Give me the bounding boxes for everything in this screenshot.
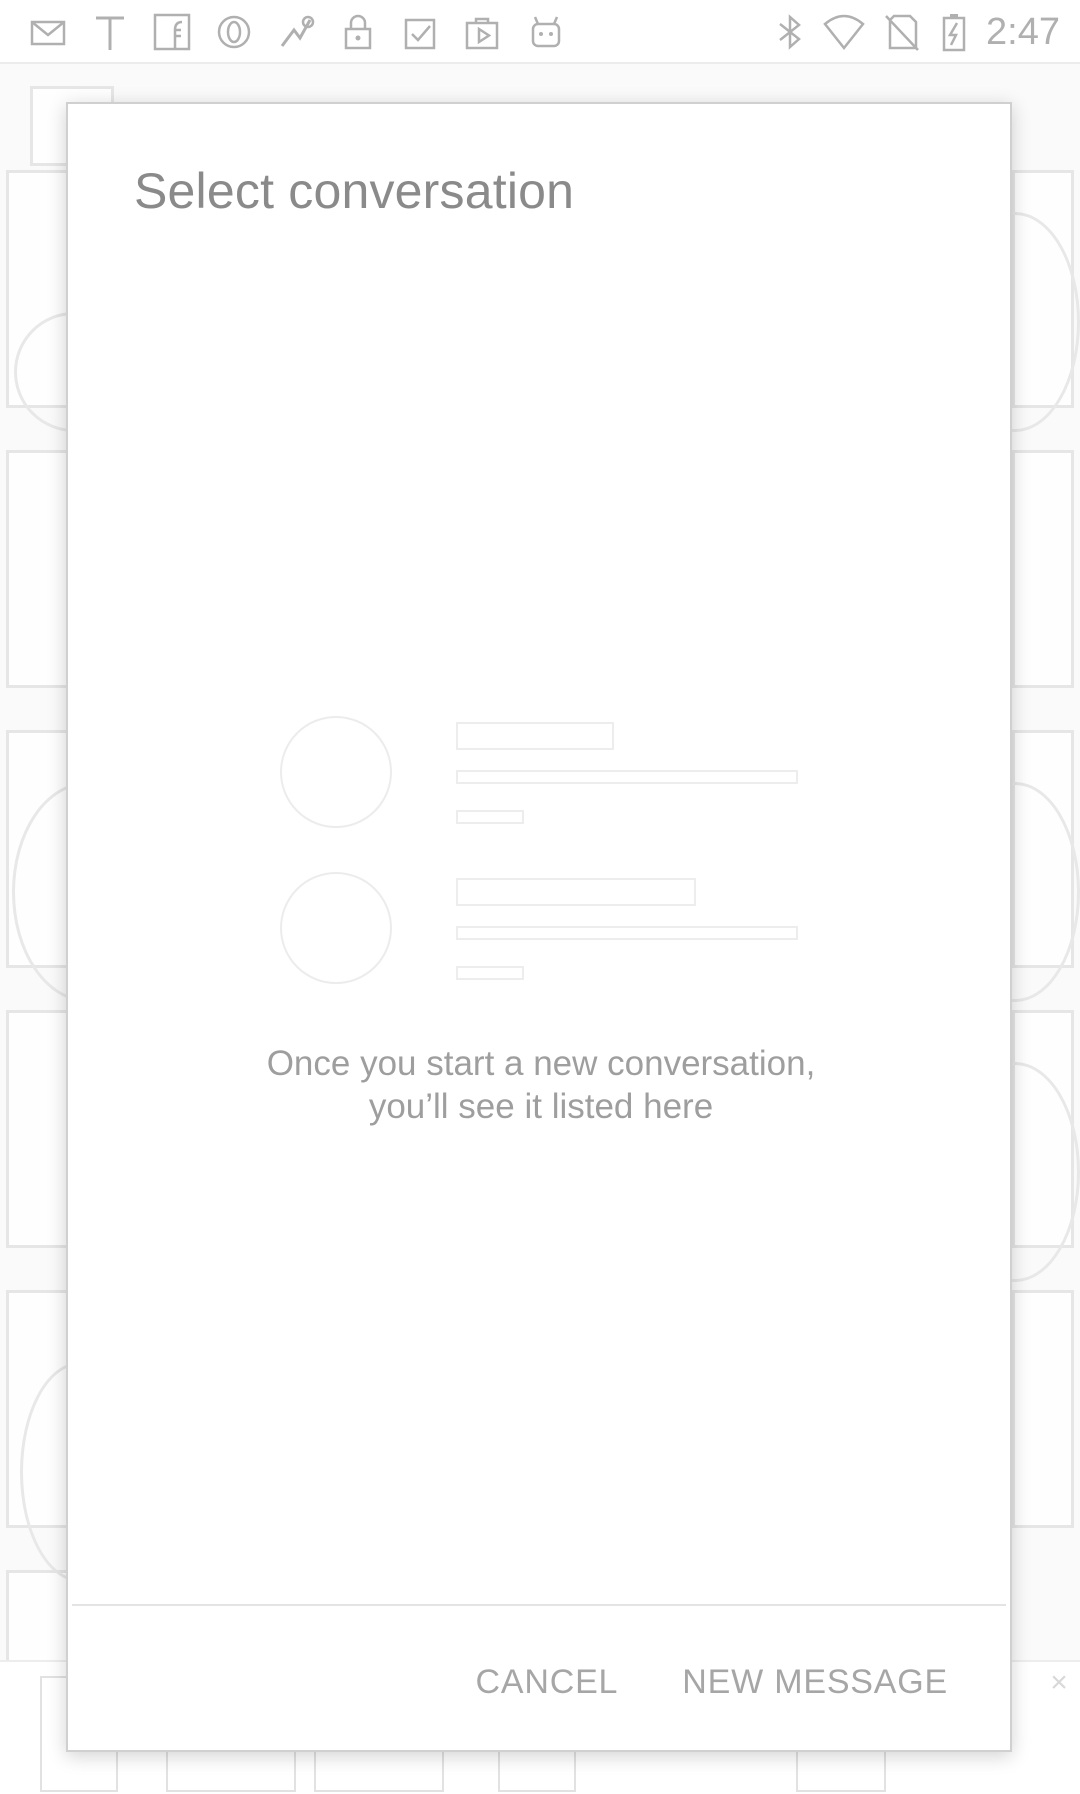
opera-icon [212,10,256,54]
placeholder-line [456,722,614,750]
new-message-button[interactable]: NEW MESSAGE [682,1657,948,1708]
fake-gps-icon [274,10,318,54]
status-bar: 2:47 [0,0,1080,64]
background-tile [1012,1290,1074,1528]
select-conversation-dialog: Select conversation Once you start a new… [66,102,1012,1752]
ad-close-icon[interactable]: × [1044,1668,1074,1698]
empty-message-line-1: Once you start a new conversation, [266,1044,816,1083]
play-store-icon [460,10,504,54]
background-tile [1012,450,1074,688]
email-icon [26,10,70,54]
lock-icon [336,10,380,54]
placeholder-avatar [280,872,392,984]
placeholder-line [456,926,798,940]
screen: 2:47 × Select conversation Once you star… [0,0,1080,1794]
placeholder-line [456,878,696,906]
bluetooth-icon [768,10,812,54]
text-t-icon [88,10,132,54]
status-time: 2:47 [986,11,1060,53]
android-icon [524,10,568,54]
clipboard-check-icon [398,10,442,54]
empty-state-illustration [280,716,800,996]
no-sim-icon [880,10,924,54]
placeholder-avatar [280,716,392,828]
empty-message-line-2: you’ll see it listed here [368,1087,714,1126]
dialog-actions: CANCEL NEW MESSAGE [476,1652,948,1712]
background-tile [6,450,70,688]
facebook-icon [150,10,194,54]
cancel-button[interactable]: CANCEL [476,1657,619,1708]
dialog-title: Select conversation [134,163,575,219]
placeholder-line [456,770,798,784]
background-tile [6,1010,70,1248]
battery-charging-icon [932,10,976,54]
wifi-icon [822,10,866,54]
placeholder-line [456,810,524,824]
empty-state-message: Once you start a new conversation, you’l… [68,1042,1014,1128]
placeholder-line [456,966,524,980]
dialog-divider [72,1604,1006,1606]
